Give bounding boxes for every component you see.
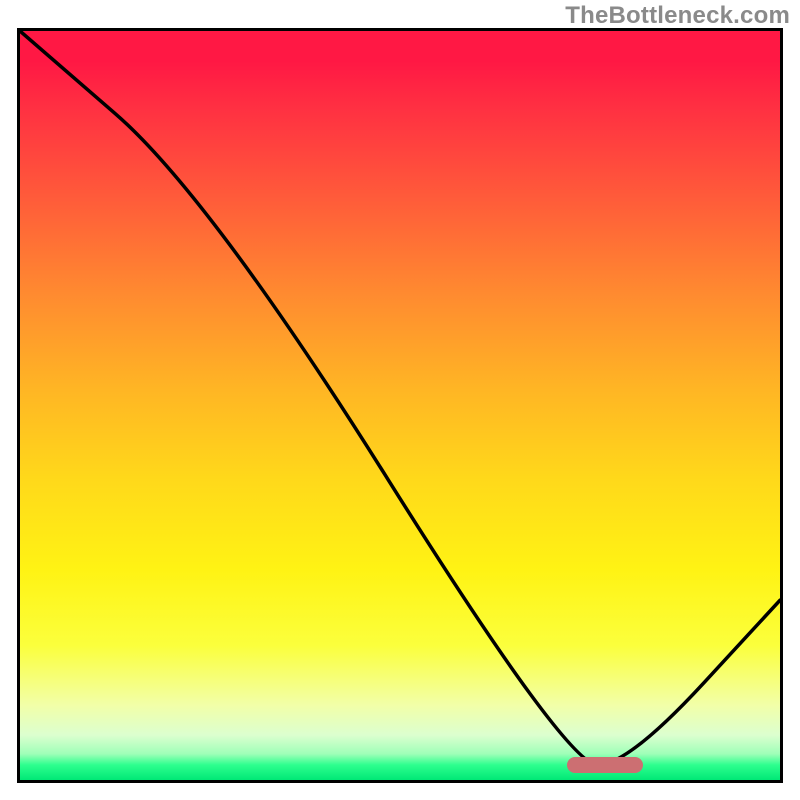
bottleneck-curve (20, 31, 780, 780)
curve-path (20, 31, 780, 765)
chart-stage: TheBottleneck.com (0, 0, 800, 800)
plot-area (17, 28, 783, 783)
optimal-marker (567, 757, 643, 773)
watermark-text: TheBottleneck.com (565, 2, 790, 30)
